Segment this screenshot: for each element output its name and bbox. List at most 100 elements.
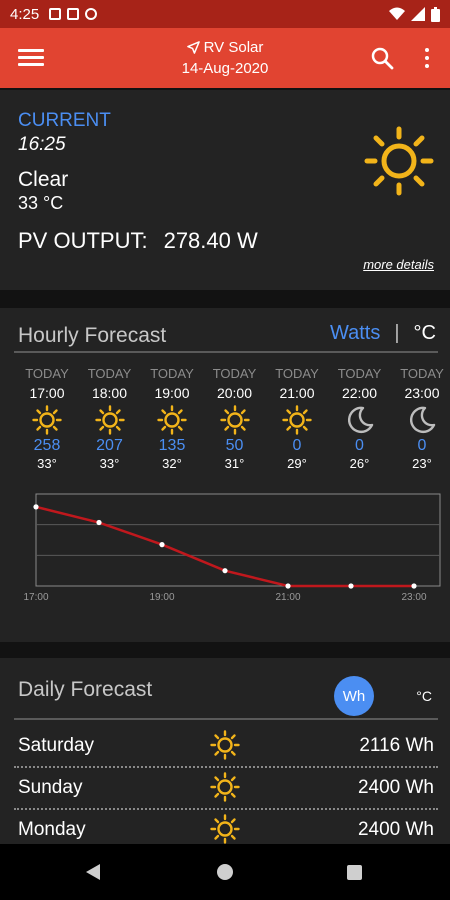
hour-temp: 32° — [162, 456, 182, 471]
x-tick-label: 21:00 — [275, 592, 300, 603]
battery-icon — [431, 6, 440, 22]
hour-watts: 0 — [417, 437, 427, 454]
app-bar: RV Solar 14-Aug-2020 — [0, 28, 450, 88]
hour-watts: 207 — [96, 437, 123, 454]
hour-day: TODAY — [212, 366, 257, 381]
hour-temp: 23° — [412, 456, 432, 471]
current-label: CURRENT — [18, 110, 111, 131]
hourly-item: TODAY 23:00 0 23° — [391, 366, 450, 471]
more-details-link[interactable]: more details — [363, 257, 434, 272]
pv-output-value: 278.40 W — [163, 228, 258, 253]
hourly-list[interactable]: TODAY 17:00 258 33° TODAY 18:00 207 33° TODAY 19:… — [0, 366, 450, 486]
sun-icon — [282, 405, 312, 435]
status-time: 4:25 — [10, 5, 40, 23]
daily-row[interactable]: Sunday 2400 Wh — [14, 766, 438, 808]
app-title-text: RV Solar — [203, 39, 264, 56]
hourly-output-chart: 17:00 19:00 21:00 23:00 — [23, 493, 441, 603]
daily-day: Monday — [18, 819, 86, 840]
hour-time: 20:00 — [216, 385, 253, 401]
sun-icon — [94, 405, 125, 435]
home-button[interactable] — [217, 864, 233, 880]
hour-time: 19:00 — [154, 385, 190, 401]
hour-temp: 33° — [37, 456, 57, 471]
blocked-icon — [85, 8, 98, 20]
current-condition: Clear — [18, 168, 69, 191]
hour-day: TODAY — [150, 366, 194, 381]
hour-day: TODAY — [337, 366, 382, 381]
sun-icon — [210, 814, 240, 844]
location-arrow-icon — [186, 41, 200, 54]
daily-value: 2400 Wh — [357, 819, 434, 840]
divider — [14, 351, 438, 353]
x-tick-label: 19:00 — [149, 592, 174, 603]
unit-toggle: Watts | °C — [330, 322, 436, 345]
daily-value: 2116 Wh — [359, 735, 434, 756]
moon-icon — [347, 406, 373, 434]
hourly-item: TODAY 22:00 0 26° — [329, 366, 391, 471]
hour-day: TODAY — [275, 366, 319, 381]
hourly-forecast-title: Hourly Forecast — [18, 324, 167, 347]
recents-button[interactable] — [347, 865, 362, 880]
daily-row[interactable]: Saturday 2116 Wh — [14, 724, 438, 766]
hour-time: 23:00 — [404, 385, 440, 401]
wh-toggle-button[interactable]: Wh — [334, 676, 374, 716]
plot-frame — [35, 493, 441, 587]
sd-card-icon — [67, 8, 80, 20]
hour-time: 17:00 — [29, 385, 65, 401]
daily-value: 2400 Wh — [357, 777, 434, 798]
hour-watts: 135 — [158, 437, 186, 454]
hour-time: 22:00 — [341, 385, 378, 401]
data-point — [33, 504, 39, 510]
hour-time: 18:00 — [91, 385, 128, 401]
more-options-icon[interactable] — [422, 46, 432, 70]
sun-icon — [210, 730, 240, 760]
current-temperature: 33 °C — [18, 193, 64, 213]
notification-icon — [49, 8, 62, 20]
current-card: CURRENT 16:25 Clear 33 °C PV OUTPUT: 278… — [0, 90, 450, 290]
hour-watts: 50 — [225, 437, 244, 454]
hourly-item: TODAY 20:00 50 31° — [204, 366, 266, 471]
hourly-item: TODAY 18:00 207 33° — [79, 366, 141, 471]
celsius-toggle-button[interactable]: °C — [416, 688, 432, 704]
series-line — [35, 505, 414, 588]
hour-watts: 0 — [292, 437, 302, 454]
hour-day: TODAY — [87, 366, 132, 381]
hourly-item: TODAY 19:00 135 32° — [141, 366, 203, 471]
search-icon[interactable] — [370, 46, 394, 70]
hourly-forecast-card: Hourly Forecast Watts | °C TODAY 17:00 258… — [0, 308, 450, 642]
hour-day: TODAY — [25, 366, 69, 381]
hour-temp: 31° — [224, 456, 245, 471]
pv-output: PV OUTPUT: 278.40 W — [18, 228, 258, 254]
system-nav-bar — [0, 844, 450, 900]
sun-icon — [157, 405, 187, 435]
hour-watts: 0 — [355, 437, 364, 454]
daily-day: Sunday — [18, 777, 83, 798]
hour-temp: 29° — [287, 456, 307, 471]
data-point — [222, 568, 228, 574]
toggle-separator: | — [394, 322, 400, 344]
data-point — [348, 583, 354, 589]
current-time: 16:25 — [18, 134, 66, 155]
celsius-toggle[interactable]: °C — [414, 322, 436, 345]
x-tick-label: 23:00 — [401, 592, 426, 603]
pv-output-label: PV OUTPUT: — [18, 228, 148, 253]
hour-watts: 258 — [33, 437, 61, 454]
data-point — [411, 583, 417, 589]
signal-icon — [411, 7, 425, 21]
hourly-item: TODAY 21:00 0 29° — [266, 366, 328, 471]
data-point — [96, 519, 102, 526]
data-point — [285, 583, 291, 589]
sun-icon — [364, 126, 434, 196]
hour-temp: 26° — [349, 456, 370, 471]
hour-temp: 33° — [99, 456, 120, 471]
back-button[interactable] — [86, 864, 100, 880]
hour-time: 21:00 — [279, 385, 315, 401]
sun-icon — [32, 405, 62, 435]
status-bar: 4:25 — [0, 0, 450, 28]
watts-toggle[interactable]: Watts — [330, 322, 380, 345]
daily-day: Saturday — [18, 735, 95, 756]
moon-icon — [410, 406, 436, 434]
sun-icon — [219, 405, 250, 435]
wifi-icon — [389, 7, 405, 20]
daily-row[interactable]: Monday 2400 Wh — [14, 808, 438, 844]
